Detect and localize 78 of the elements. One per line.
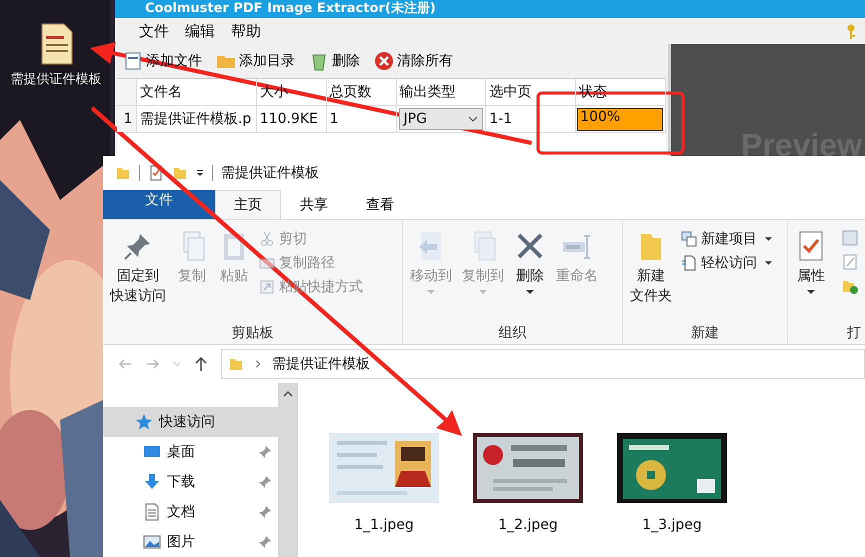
table-cell: 110.9KE — [256, 106, 327, 132]
file-menu-button[interactable]: 文件 — [103, 190, 215, 219]
dropdown-icon[interactable] — [196, 169, 204, 178]
toolbar-button[interactable]: 删除 — [309, 51, 360, 71]
download-icon — [143, 473, 161, 492]
toolbar-button[interactable]: 添加目录 — [216, 51, 295, 71]
menu-item[interactable]: 编辑 — [185, 22, 215, 40]
button-label: 文件夹 — [630, 286, 672, 306]
ribbon-button[interactable]: 新建项目 — [679, 228, 774, 250]
menu-item[interactable]: 文件 — [139, 22, 169, 40]
nav-item[interactable]: 图片 — [103, 527, 278, 557]
dropdown-arrow-icon — [526, 290, 534, 294]
ribbon-button[interactable]: 删除 — [511, 226, 549, 324]
button-label: 重命名 — [556, 266, 598, 286]
document-icon — [681, 254, 697, 271]
address-text: 需提供证件模板 — [272, 354, 370, 373]
ribbon-button[interactable]: 固定到 快速访问 — [107, 226, 169, 324]
pin-icon[interactable] — [258, 445, 272, 460]
file-item[interactable]: 1_1.jpeg — [328, 433, 440, 534]
file-item[interactable]: 1_3.jpeg — [616, 433, 728, 534]
button-label: 属性 — [797, 266, 825, 286]
group-label: 剪贴板 — [230, 324, 274, 342]
window-title: 需提供证件模板 — [221, 164, 319, 182]
column-header[interactable]: 输出类型 — [396, 79, 486, 105]
row-number: 1 — [117, 106, 137, 132]
nav-item[interactable]: 桌面 — [103, 437, 278, 468]
folder-icon[interactable] — [172, 165, 188, 182]
button-label: 移动到 — [410, 266, 452, 286]
button-label: 快速访问 — [110, 286, 166, 306]
key-icon[interactable] — [845, 24, 857, 40]
document-icon — [123, 51, 143, 71]
column-header[interactable]: 选中页 — [486, 79, 576, 105]
nav-item[interactable]: 快速访问 — [103, 407, 278, 438]
dropdown-arrow-icon — [807, 290, 815, 294]
output-type-dropdown[interactable]: JPG — [398, 108, 484, 130]
edit-icon[interactable] — [842, 254, 858, 270]
ribbon-tab[interactable]: 主页 — [215, 190, 281, 219]
pin-icon[interactable] — [258, 505, 272, 520]
new-item-icon — [681, 230, 697, 247]
shortcut-icon — [259, 278, 275, 295]
group-label: 新建 — [690, 324, 720, 342]
nav-item[interactable]: 下载 — [103, 467, 278, 498]
button-label: 新建 — [637, 266, 665, 286]
chevron-icon[interactable] — [173, 360, 181, 368]
ribbon-button[interactable]: 轻松访问 — [679, 252, 774, 274]
document-icon — [143, 503, 161, 522]
pin-icon[interactable] — [258, 475, 272, 490]
group-label: 打 — [846, 324, 861, 342]
dropdown-arrow-icon — [479, 290, 487, 294]
pin-icon[interactable] — [258, 535, 272, 550]
dropdown-arrow-icon — [427, 290, 435, 294]
nav-item[interactable]: 文档 — [103, 497, 278, 528]
address-bar[interactable]: 需提供证件模板 — [221, 348, 865, 379]
up-icon[interactable] — [193, 356, 209, 372]
dropdown-arrow-icon — [765, 236, 772, 241]
chevron-icon — [468, 116, 478, 122]
chevron-right-icon — [254, 360, 262, 368]
scroll-up-icon[interactable] — [283, 391, 293, 398]
file-item[interactable]: 1_2.jpeg — [472, 433, 584, 534]
star-icon — [135, 413, 153, 432]
button-label: 删除 — [516, 266, 544, 286]
button-label: 复制到 — [462, 266, 504, 286]
menu-item[interactable]: 帮助 — [231, 22, 261, 40]
toolbar-button[interactable]: 清除所有 — [374, 51, 453, 71]
button-label: 粘贴 — [220, 266, 248, 286]
picture-icon — [143, 533, 161, 552]
dropdown-arrow-icon — [765, 260, 772, 265]
ribbon-button[interactable]: 属性 — [792, 226, 830, 324]
status-text: 100% — [579, 108, 620, 126]
group-label: 组织 — [498, 324, 528, 342]
window-title: Coolmuster PDF Image Extractor(未注册) — [115, 0, 865, 18]
button-label: 复制 — [178, 266, 206, 286]
delete-icon — [374, 51, 394, 71]
scrollbar[interactable] — [278, 383, 298, 557]
ribbon-button[interactable]: 新建 文件夹 — [627, 226, 675, 324]
table-cell: 需提供证件模板.p — [136, 106, 257, 132]
scissors-icon — [259, 230, 275, 247]
button-label: 固定到 — [117, 266, 159, 286]
